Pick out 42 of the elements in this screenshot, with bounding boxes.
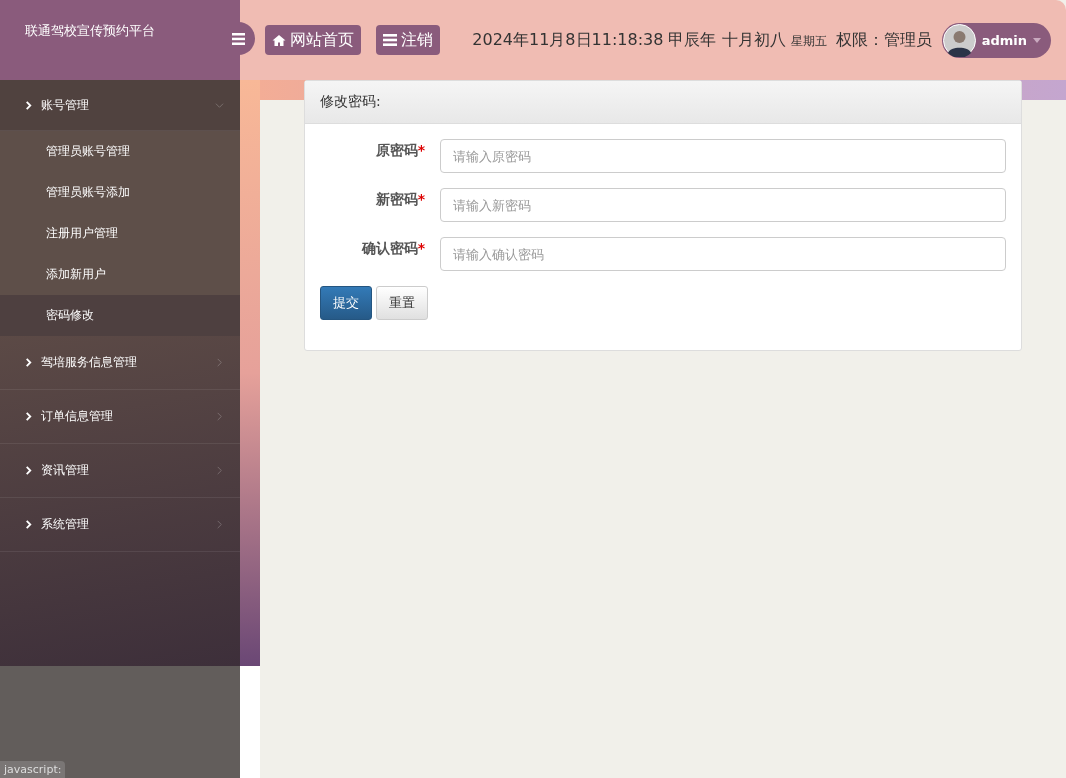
reset-button[interactable]: 重置	[376, 286, 428, 320]
group-label: 系统管理	[41, 516, 90, 533]
menu-icon	[383, 34, 397, 46]
sidebar-item[interactable]: 添加新用户	[0, 254, 240, 295]
password-field[interactable]: 请输入原密码	[440, 139, 1006, 173]
user-menu-button[interactable]: admin	[941, 22, 1051, 58]
chevron-icon	[24, 466, 33, 475]
chevron-icon	[24, 520, 33, 529]
password-field[interactable]: 请输入新密码	[440, 188, 1006, 222]
chevron-icon	[24, 100, 33, 110]
sidebar-item[interactable]: 管理员账号管理	[0, 131, 240, 172]
field-label: 原密码*	[374, 141, 425, 160]
sidebar-item[interactable]: 密码修改	[0, 295, 240, 336]
avatar-icon	[942, 23, 976, 57]
group-label: 驾培服务信息管理	[41, 354, 138, 371]
chevron-icon	[215, 412, 224, 421]
sidebar-group[interactable]: 账号管理	[0, 80, 240, 131]
chevron-icon	[215, 520, 224, 529]
date-time-text: 2024年11月8日11:18:38 甲辰年 十月初八 星期五	[472, 29, 827, 51]
chevron-icon	[215, 466, 224, 475]
field-label: 确认密码*	[360, 239, 425, 258]
group-label: 订单信息管理	[41, 408, 114, 425]
home-button[interactable]: 网站首页	[265, 25, 361, 55]
menu-icon	[232, 32, 245, 45]
caret-icon	[1033, 37, 1041, 43]
sidebar-item[interactable]: 管理员账号添加	[0, 172, 240, 213]
chevron-icon	[24, 412, 33, 421]
sidebar-item[interactable]: 注册用户管理	[0, 213, 240, 254]
group-label: 账号管理	[41, 96, 90, 114]
password-field[interactable]: 请输入确认密码	[440, 237, 1006, 271]
home-icon	[272, 33, 286, 47]
field-label: 新密码*	[374, 190, 425, 209]
chevron-icon	[24, 358, 33, 367]
card-title: 修改密码:	[320, 93, 381, 111]
submit-button[interactable]: 提交	[320, 286, 372, 320]
chevron-icon	[215, 358, 224, 367]
role-text: 权限：管理员	[835, 29, 932, 51]
group-label: 资讯管理	[41, 462, 90, 479]
logout-button[interactable]: 注销	[376, 25, 440, 55]
app-title: 联通驾校宣传预约平台	[25, 23, 155, 38]
chevron-icon	[215, 100, 224, 110]
status-bar: javascript:	[0, 761, 66, 778]
